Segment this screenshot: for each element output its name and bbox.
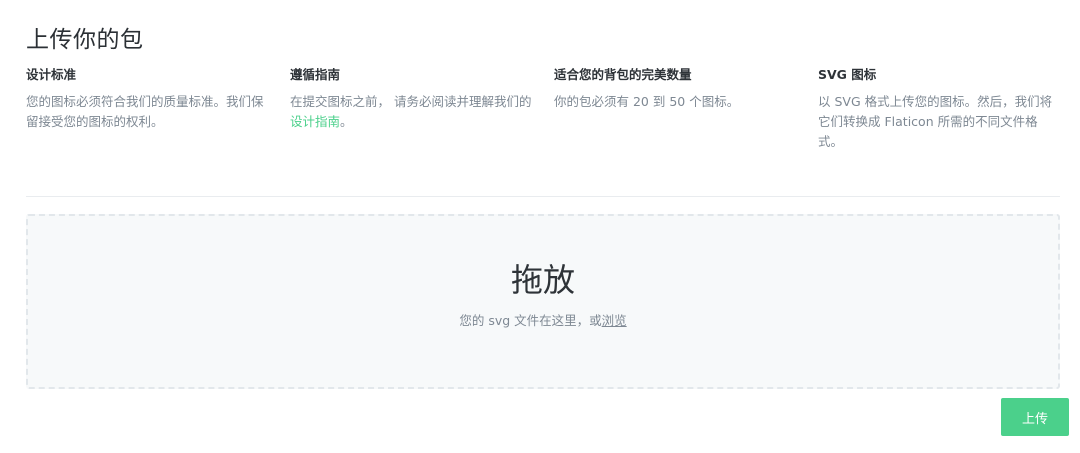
guideline-text: 你的包必须有 20 到 50 个图标。 [554, 94, 740, 109]
browse-link[interactable]: 浏览 [602, 313, 627, 328]
file-dropzone[interactable]: 拖放 您的 svg 文件在这里，或浏览 [26, 214, 1060, 389]
guideline-text-after: 。 [340, 114, 353, 129]
guideline-title: 遵循指南 [290, 67, 341, 82]
guideline-follow-guide: 遵循指南 在提交图标之前， 请务必阅读并理解我们的设计指南。 [290, 66, 535, 132]
dropzone-title: 拖放 [510, 261, 575, 299]
section-divider [26, 196, 1060, 197]
guideline-pack-size: 适合您的背包的完美数量 你的包必须有 20 到 50 个图标。 [554, 66, 799, 112]
dropzone-subtitle: 您的 svg 文件在这里，或浏览 [28, 312, 1058, 330]
guidelines-section: 设计标准 您的图标必须符合我们的质量标准。我们保留接受您的图标的权利。 遵循指南… [26, 66, 1060, 166]
guideline-title: 设计标准 [26, 67, 77, 82]
guideline-design-standards: 设计标准 您的图标必须符合我们的质量标准。我们保留接受您的图标的权利。 [26, 66, 271, 132]
guideline-svg-icons: SVG 图标 以 SVG 格式上传您的图标。然后，我们将它们转换成 Flatic… [818, 66, 1054, 152]
guideline-text: 以 SVG 格式上传您的图标。然后，我们将它们转换成 Flaticon 所需的不… [818, 94, 1053, 149]
upload-button[interactable]: 上传 [1001, 398, 1069, 436]
dropzone-subtitle-text: 您的 svg 文件在这里，或 [459, 313, 602, 328]
design-guide-link[interactable]: 设计指南 [290, 114, 340, 129]
guideline-text: 您的图标必须符合我们的质量标准。我们保留接受您的图标的权利。 [26, 94, 264, 129]
guideline-title: SVG 图标 [818, 67, 877, 82]
guideline-text: 在提交图标之前， 请务必阅读并理解我们的设计指南。 [290, 92, 535, 132]
guideline-text-before: 在提交图标之前， 请务必阅读并理解我们的 [290, 94, 532, 109]
guideline-title: 适合您的背包的完美数量 [554, 67, 692, 82]
page-title: 上传你的包 [26, 27, 144, 53]
